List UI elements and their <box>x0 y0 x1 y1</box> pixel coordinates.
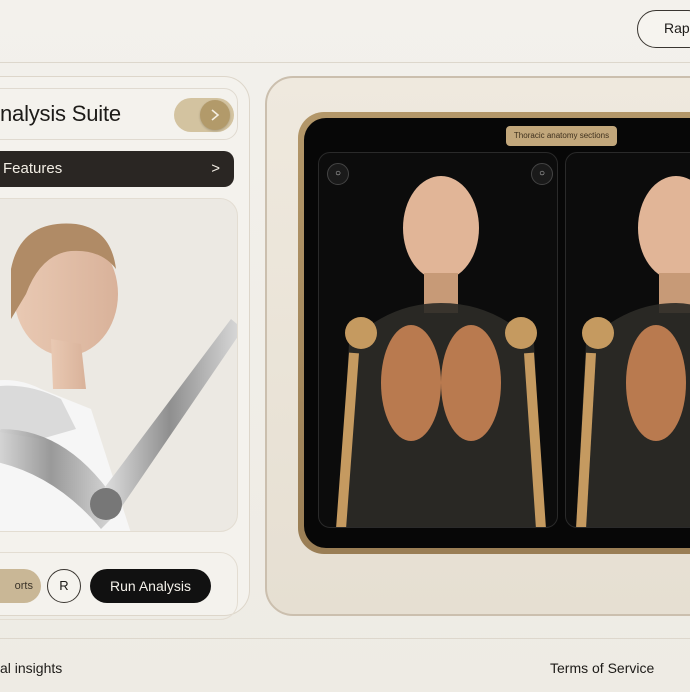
r-button[interactable]: R <box>47 569 81 603</box>
terms-of-service-link[interactable]: Terms of Service <box>550 660 654 676</box>
reports-button[interactable]: orts <box>0 569 41 603</box>
anatomy-figure-right <box>576 176 690 527</box>
run-analysis-button[interactable]: Run Analysis <box>90 569 211 603</box>
footer-insights-link[interactable]: al insights <box>0 660 62 676</box>
zoom-control-left[interactable]: ○ <box>327 163 349 185</box>
app-window: Rapid nalysis Suite Features > orts R Ru… <box>0 0 690 692</box>
toggle-knob[interactable] <box>200 100 230 130</box>
rotate-control-left[interactable]: ○ <box>531 163 553 185</box>
features-label: Features <box>3 160 63 177</box>
header-action-button[interactable]: Rapid <box>637 10 690 48</box>
anatomy-viewer-left: ○ ○ <box>318 152 558 528</box>
viewer-label: Thoracic anatomy sections <box>506 126 617 146</box>
chevron-right-icon <box>211 109 220 121</box>
anatomy-viewer-right <box>565 152 690 528</box>
footer-divider <box>0 638 690 639</box>
assistant-image-card <box>0 198 238 532</box>
woman-robot-arm-illustration <box>0 223 237 531</box>
header-divider <box>0 62 690 63</box>
features-button[interactable]: Features > <box>0 151 234 187</box>
chevron-right-icon: > <box>211 160 220 177</box>
anatomy-figure-left <box>336 176 546 527</box>
suite-title: nalysis Suite <box>0 101 121 126</box>
